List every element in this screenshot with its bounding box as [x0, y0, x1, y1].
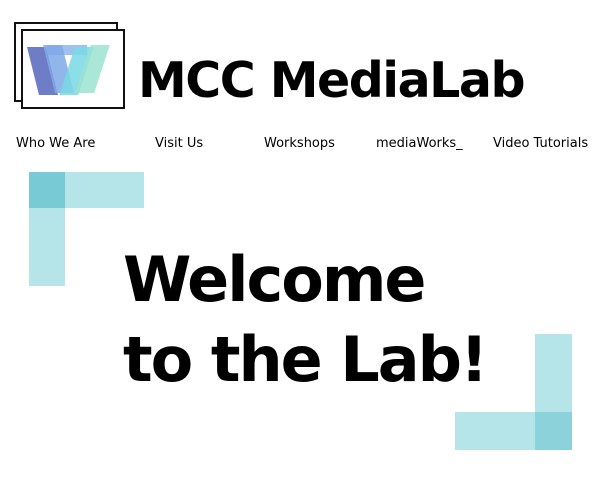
- corner-bracket-top-left: [29, 172, 65, 208]
- nav-item-who-we-are[interactable]: Who We Are: [16, 136, 95, 152]
- nav-item-visit-us[interactable]: Visit Us: [155, 136, 203, 152]
- hero-heading-line-1: Welcome: [123, 243, 426, 316]
- hero-heading-line-2: to the Lab!: [123, 323, 488, 396]
- site-title[interactable]: MCC MediaLab: [138, 56, 526, 105]
- nav-item-workshops[interactable]: Workshops: [264, 136, 335, 152]
- medialab-logo-icon[interactable]: [21, 29, 125, 109]
- nav-item-video-tutorials[interactable]: Video Tutorials: [493, 136, 588, 152]
- corner-bracket-bottom-right: [535, 334, 572, 412]
- corner-bracket-bottom-right: [535, 412, 572, 450]
- main-nav: Who We Are Visit Us Workshops mediaWorks…: [0, 136, 600, 154]
- nav-item-mediaworks[interactable]: mediaWorks_: [376, 136, 463, 152]
- corner-bracket-top-left: [29, 208, 65, 286]
- corner-bracket-bottom-right: [455, 412, 535, 450]
